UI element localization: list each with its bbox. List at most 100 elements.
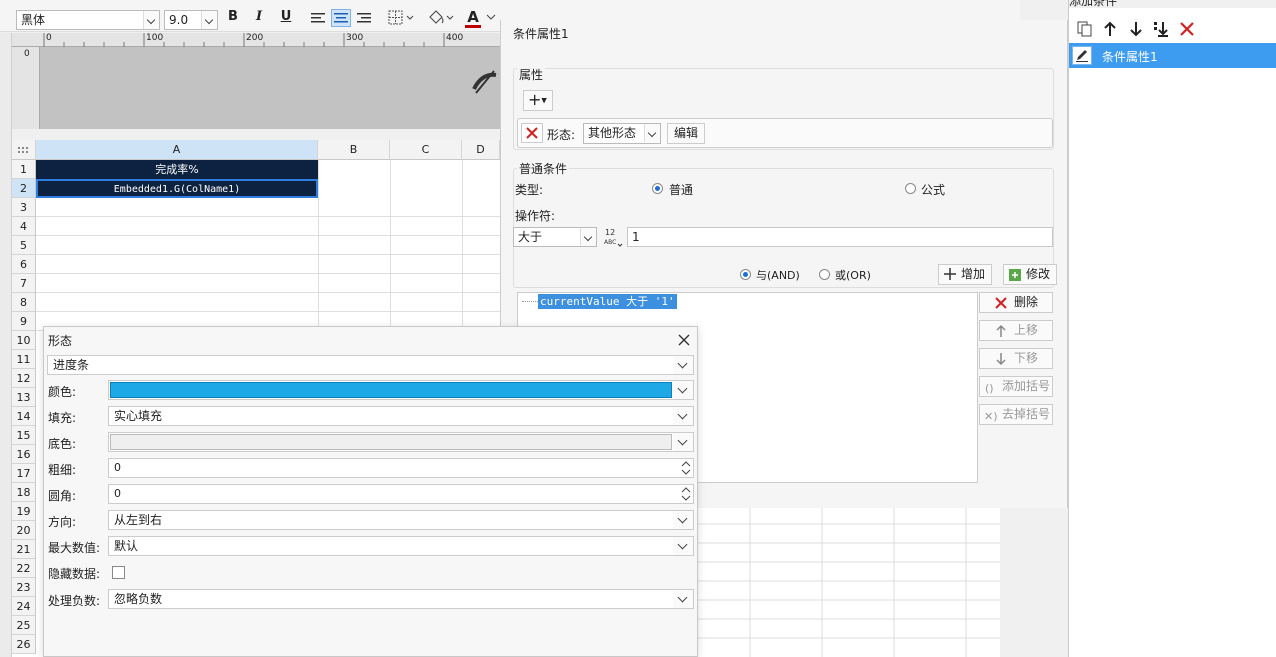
move-up-button[interactable]: 上移 [979, 320, 1053, 341]
row-header[interactable]: 17 [12, 464, 36, 483]
panel-header: 添加条件 [1069, 0, 1276, 8]
fill-select[interactable]: 实心填充 [108, 406, 694, 426]
row-header[interactable]: 20 [12, 521, 36, 540]
chevron-down-icon[interactable] [486, 13, 496, 21]
spinner-icon[interactable] [679, 485, 693, 503]
modify-condition-button[interactable]: 修改 [1003, 264, 1058, 285]
type-label: 类型: [515, 183, 544, 197]
remove-bracket-button[interactable]: ✕) 去掉括号 [979, 404, 1053, 425]
operator-select[interactable]: 大于 [513, 227, 597, 247]
row-header[interactable]: 15 [12, 426, 36, 445]
operator-value: 大于 [518, 230, 543, 244]
color-label: 颜色: [48, 385, 77, 399]
copy-icon[interactable] [1077, 21, 1093, 37]
row-header[interactable]: 12 [12, 369, 36, 388]
spinner-icon[interactable] [679, 459, 693, 477]
hide-data-checkbox[interactable] [112, 566, 125, 579]
row-header[interactable]: 8 [12, 293, 36, 312]
sheet-area-right [698, 508, 1000, 657]
radius-input[interactable]: 0 [108, 484, 694, 504]
align-center-icon[interactable] [331, 9, 351, 27]
delete-icon[interactable] [1179, 21, 1195, 37]
text-type-icon[interactable]: 12 ABC [603, 226, 623, 248]
operand-input[interactable]: 1 [627, 227, 1053, 247]
chevron-down-icon [673, 511, 693, 529]
cell-a2[interactable]: Embedded1.G(ColName1) [36, 179, 318, 198]
row-header[interactable]: 24 [12, 597, 36, 616]
column-header-c[interactable]: C [390, 140, 462, 160]
shape-select[interactable]: 其他形态 [583, 123, 661, 144]
row-header[interactable]: 11 [12, 350, 36, 369]
row-header[interactable]: 5 [12, 236, 36, 255]
bold-button[interactable]: B [222, 8, 244, 26]
ruler-mark: 0 [46, 33, 52, 43]
row-header[interactable]: 22 [12, 559, 36, 578]
border-icon[interactable] [388, 10, 416, 26]
negative-value: 忽略负数 [114, 592, 163, 606]
align-left-icon[interactable] [310, 11, 326, 25]
row-header[interactable]: 4 [12, 217, 36, 236]
shape-type-select[interactable]: 进度条 [47, 355, 694, 375]
close-icon[interactable] [677, 333, 691, 347]
max-value-label: 最大数值: [48, 541, 101, 555]
delete-condition-button[interactable]: 删除 [979, 292, 1053, 313]
color-swatch [110, 382, 672, 398]
add-attribute-button[interactable]: +▼ [523, 90, 553, 111]
pencil-icon [1072, 46, 1092, 65]
column-header-b[interactable]: B [318, 140, 390, 160]
add-condition-button[interactable]: 增加 [938, 264, 993, 285]
color-select[interactable] [108, 380, 694, 400]
background-color-select[interactable] [108, 432, 694, 452]
row-header[interactable]: 3 [12, 198, 36, 217]
type-normal-radio[interactable] [652, 183, 663, 194]
column-header-d[interactable]: D [462, 140, 500, 160]
direction-select[interactable]: 从左到右 [108, 510, 694, 530]
row-header[interactable]: 10 [12, 331, 36, 350]
negative-select[interactable]: 忽略负数 [108, 589, 694, 609]
fill-color-icon[interactable] [426, 9, 456, 27]
row-header[interactable]: 9 [12, 312, 36, 331]
row-header[interactable]: 6 [12, 255, 36, 274]
move-down-button[interactable]: 下移 [979, 348, 1053, 369]
align-right-icon[interactable] [356, 11, 372, 25]
and-radio[interactable] [740, 269, 751, 280]
font-color-button[interactable]: A [462, 8, 484, 26]
row-header[interactable]: 16 [12, 445, 36, 464]
row-header[interactable]: 19 [12, 502, 36, 521]
select-all-corner[interactable] [12, 140, 36, 160]
add-bracket-label: 添加括号 [1002, 379, 1051, 393]
move-bottom-icon[interactable] [1153, 21, 1171, 37]
row-header[interactable]: 1 [12, 160, 36, 179]
modify-icon [1008, 268, 1022, 282]
row-header[interactable]: 13 [12, 388, 36, 407]
max-value: 默认 [114, 539, 139, 553]
arrow-down-icon[interactable] [1129, 21, 1143, 37]
add-bracket-button[interactable]: () 添加括号 [979, 376, 1053, 397]
row-header[interactable]: 21 [12, 540, 36, 559]
thickness-input[interactable]: 0 [108, 458, 694, 478]
chevron-down-icon [673, 433, 693, 451]
italic-button[interactable]: I [248, 8, 270, 26]
cell-a1[interactable]: 完成率% [36, 160, 318, 179]
font-family-select[interactable]: 黑体 [16, 10, 160, 30]
row-header[interactable]: 23 [12, 578, 36, 597]
edit-button[interactable]: 编辑 [667, 123, 706, 144]
row-header[interactable]: 7 [12, 274, 36, 293]
condition-item[interactable]: currentValue 大于 '1' [538, 294, 677, 309]
ruler-mark: 100 [146, 33, 164, 43]
row-header[interactable]: 26 [12, 635, 36, 654]
condition-list-item[interactable]: 条件属性1 [1069, 43, 1276, 68]
column-header-a[interactable]: A [36, 140, 318, 160]
delete-attribute-button[interactable] [521, 123, 543, 143]
or-radio[interactable] [819, 269, 830, 280]
row-header[interactable]: 25 [12, 616, 36, 635]
arrow-up-icon[interactable] [1103, 21, 1117, 37]
max-value-select[interactable]: 默认 [108, 536, 694, 556]
move-up-label: 上移 [1014, 323, 1039, 337]
font-size-select[interactable]: 9.0 [164, 10, 218, 30]
row-header[interactable]: 14 [12, 407, 36, 426]
type-formula-radio[interactable] [905, 183, 916, 194]
underline-button[interactable]: U [275, 8, 297, 26]
row-header[interactable]: 18 [12, 483, 36, 502]
row-header[interactable]: 2 [12, 179, 36, 198]
